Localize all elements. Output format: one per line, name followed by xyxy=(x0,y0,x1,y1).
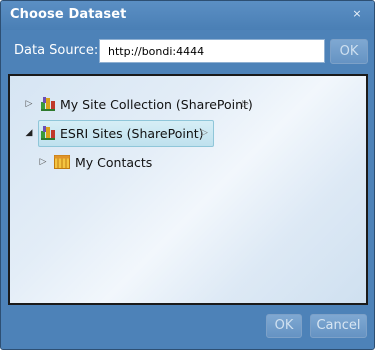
expand-right-icon[interactable]: ▷ xyxy=(38,157,48,167)
tree-node-label: My Contacts xyxy=(75,155,153,170)
sharepoint-site-icon xyxy=(41,97,55,111)
ok-button[interactable]: OK xyxy=(266,314,302,338)
dialog-title: Choose Dataset xyxy=(10,7,127,22)
title-bar: Choose Dataset × xyxy=(1,1,374,30)
expand-right-icon[interactable]: ▷ xyxy=(24,99,34,109)
tree-node-label: My Site Collection (SharePoint) xyxy=(60,97,253,112)
expanded-arrow-icon[interactable]: ◢ xyxy=(24,128,34,138)
dataset-tree: ▷ My Site Collection (SharePoint) ▷ ◢ ES… xyxy=(8,74,368,305)
list-icon xyxy=(54,155,70,169)
tree-node-label: ESRI Sites (SharePoint) xyxy=(60,126,204,141)
sharepoint-site-icon xyxy=(41,126,55,140)
data-source-label: Data Source: xyxy=(14,43,99,58)
data-source-input[interactable] xyxy=(99,39,325,63)
tree-node-my-site-collection[interactable]: ▷ My Site Collection (SharePoint) ▷ xyxy=(10,93,366,115)
tree-node-my-contacts[interactable]: ▷ My Contacts xyxy=(10,151,366,173)
tree-node-esri-sites[interactable]: ◢ ESRI Sites (SharePoint) ▷ xyxy=(10,122,366,144)
choose-dataset-dialog: Choose Dataset × Data Source: OK ▷ My Si… xyxy=(0,0,375,350)
node-menu-arrow-icon[interactable]: ▷ xyxy=(201,128,209,138)
data-source-ok-button[interactable]: OK xyxy=(330,39,368,64)
node-menu-arrow-icon[interactable]: ▷ xyxy=(242,99,250,109)
cancel-button[interactable]: Cancel xyxy=(310,314,367,338)
close-icon[interactable]: × xyxy=(351,8,363,20)
